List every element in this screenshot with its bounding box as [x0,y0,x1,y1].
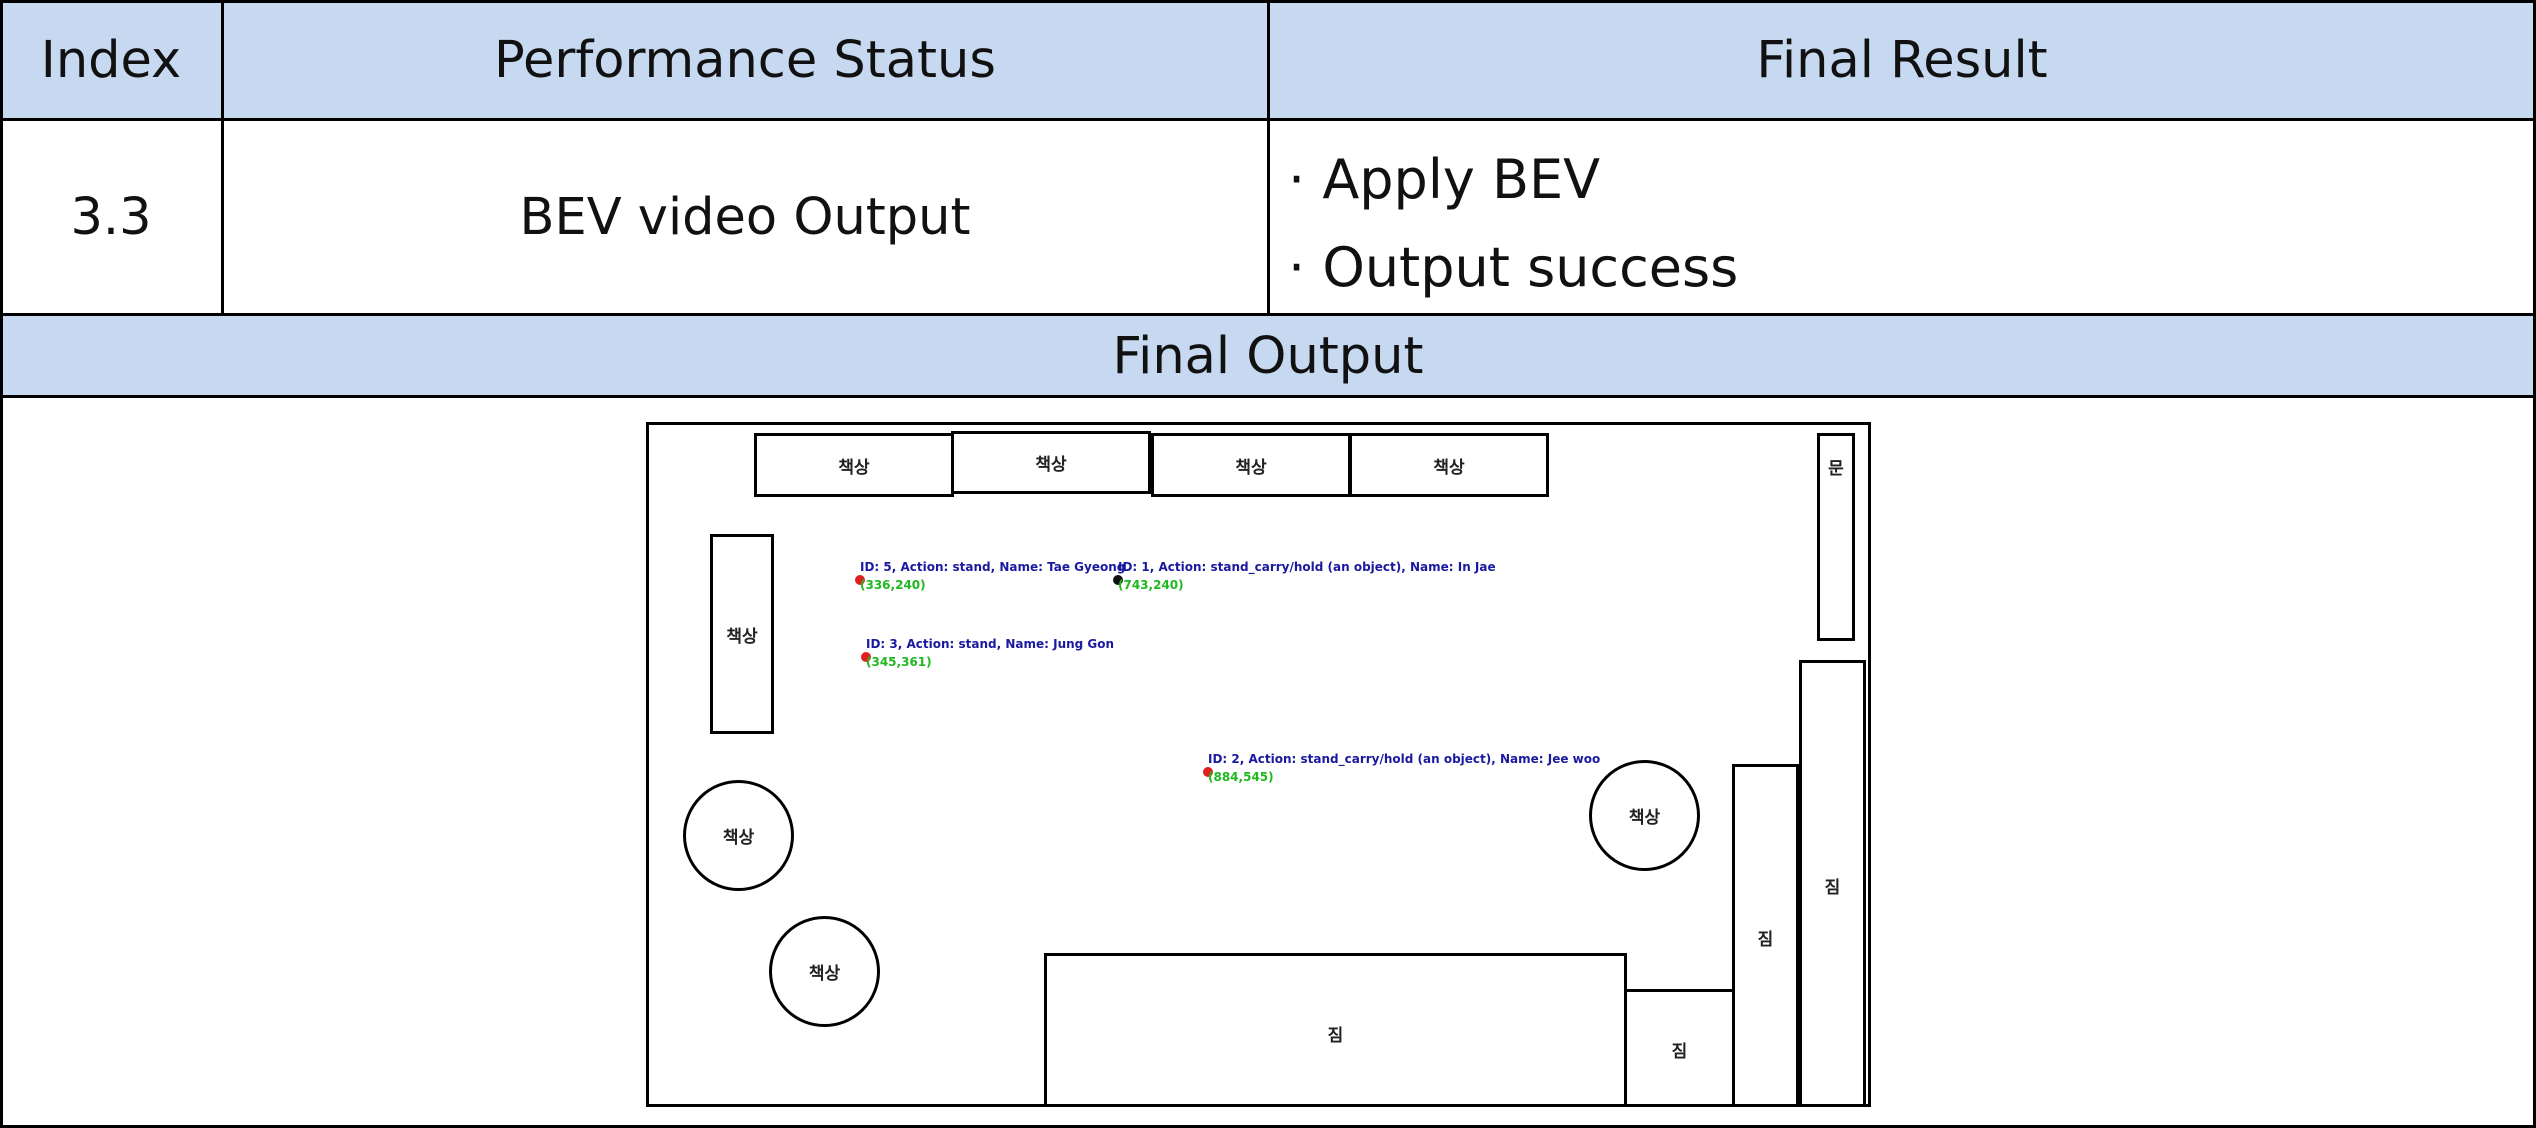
section-title: Final Output [1112,326,1424,386]
person-2-coords: (884,545) [1208,770,1274,784]
person-2-label: ID: 2, Action: stand_carry/hold (an obje… [1208,752,1601,766]
result-item-output-success: · Output success [1288,236,1739,299]
desk-top-2: 책상 [951,431,1151,494]
person-3-label: ID: 3, Action: stand, Name: Jung Gon [866,637,1115,651]
header-index: Index [40,30,182,90]
header-performance-status: Performance Status [494,30,996,90]
person-5-coords: (336,240) [860,578,926,592]
desk-left: 책상 [710,534,774,734]
bev-output-image: 책상 책상 책상 책상 문 책상 책상 책상 책상 짐 짐 짐 짐 ID: 5,… [646,422,1871,1107]
luggage-right-2: 짐 [1799,660,1866,1104]
door: 문 [1817,433,1855,641]
desk-top-1: 책상 [754,433,954,497]
desk-top-3: 책상 [1151,433,1351,497]
person-5-label: ID: 5, Action: stand, Name: Tae Gyeong [860,560,1126,574]
luggage-bottom-large: 짐 [1044,953,1627,1104]
person-3-coords: (345,361) [866,655,932,669]
luggage-right-1: 짐 [1732,764,1799,1104]
row-performance-status: BEV video Output [519,188,971,247]
round-desk-2: 책상 [769,916,880,1027]
round-desk-3: 책상 [1589,760,1700,871]
round-desk-1: 책상 [683,780,794,891]
person-1-coords: (743,240) [1118,578,1184,592]
person-1-label: ID: 1, Action: stand_carry/hold (an obje… [1118,560,1496,574]
header-final-result: Final Result [1756,30,2048,90]
luggage-bottom-small: 짐 [1624,989,1735,1104]
result-item-apply-bev: · Apply BEV [1288,148,1601,211]
desk-top-4: 책상 [1349,433,1549,497]
row-index: 3.3 [70,188,152,247]
